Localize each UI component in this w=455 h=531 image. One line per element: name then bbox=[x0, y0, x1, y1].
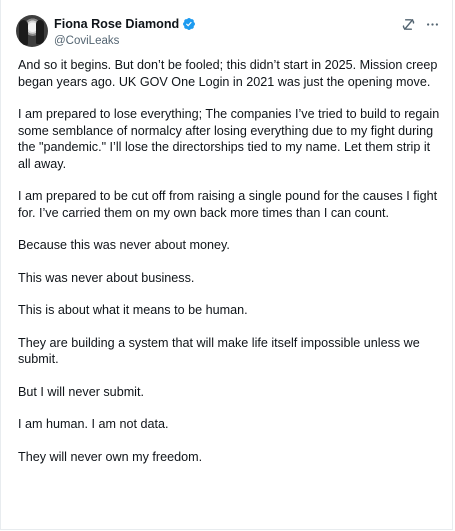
grok-icon[interactable] bbox=[400, 16, 416, 32]
author-name-row: Fiona Rose Diamond bbox=[54, 16, 394, 32]
tweet-card: Fiona Rose Diamond @CoviLeaks And so it … bbox=[0, 0, 453, 530]
avatar[interactable] bbox=[16, 15, 48, 47]
tweet-paragraph-3: I am prepared to be cut off from raising… bbox=[18, 189, 438, 220]
avatar-hair-left bbox=[19, 20, 28, 45]
avatar-hair-right bbox=[36, 20, 44, 44]
tweet-paragraph-1: And so it begins. But don’t be fooled; t… bbox=[18, 58, 438, 89]
tweet-paragraph-2: I am prepared to lose everything; The co… bbox=[18, 107, 440, 171]
tweet-paragraph-4: Because this was never about money. bbox=[18, 238, 230, 252]
verified-badge-icon[interactable] bbox=[182, 17, 196, 31]
tweet-paragraph-7: They are building a system that will mak… bbox=[18, 335, 420, 367]
tweet-paragraph-5: This was never about business. bbox=[18, 270, 195, 285]
tweet-body: And so it begins. But don’t be fooled; t… bbox=[18, 57, 440, 465]
tweet-paragraph-8: But I will never submit. bbox=[18, 384, 144, 399]
author-handle[interactable]: @CoviLeaks bbox=[54, 33, 394, 49]
tweet-paragraph-6: This is about what it means to be human. bbox=[18, 303, 248, 317]
tweet-paragraph-10: They will never own my freedom. bbox=[18, 449, 203, 464]
more-icon[interactable] bbox=[424, 16, 440, 32]
tweet-header: Fiona Rose Diamond @CoviLeaks bbox=[16, 15, 440, 49]
author-info: Fiona Rose Diamond @CoviLeaks bbox=[54, 16, 394, 49]
tweet-header-actions bbox=[400, 15, 440, 33]
author-display-name[interactable]: Fiona Rose Diamond bbox=[54, 16, 179, 32]
tweet-paragraph-9: I am human. I am not data. bbox=[18, 417, 169, 431]
